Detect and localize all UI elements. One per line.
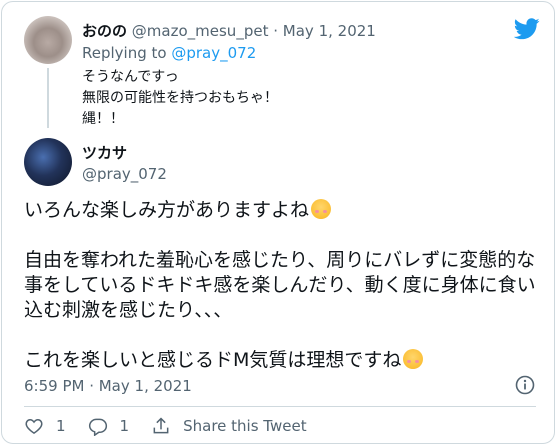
twitter-bird-icon[interactable] bbox=[514, 18, 540, 40]
reply-icon bbox=[88, 418, 107, 436]
parent-avatar[interactable] bbox=[24, 16, 72, 64]
tweet-line: 事をしているドキドキ感を楽しんだり、動く度に身体に食い bbox=[24, 274, 536, 296]
like-button[interactable]: 1 bbox=[24, 416, 66, 436]
author-handle[interactable]: @pray_072 bbox=[82, 165, 167, 183]
parent-line: 無限の可能性を持つおもちゃ！ bbox=[82, 90, 278, 106]
reply-button[interactable]: 1 bbox=[88, 416, 130, 436]
smiling-face-emoji bbox=[311, 199, 332, 219]
tweet-line: これを楽しいと感じるドM気質は理想ですね bbox=[24, 348, 544, 373]
replying-to-link[interactable]: @pray_072 bbox=[171, 44, 256, 62]
replying-to-line: Replying to @pray_072 bbox=[82, 44, 256, 62]
author-avatar[interactable] bbox=[24, 138, 72, 186]
reply-count: 1 bbox=[119, 417, 130, 435]
thread-connector bbox=[47, 68, 49, 128]
tweet-text: いろんな楽しみ方がありますよね 自由を奪われた羞恥心を感じたり、周りにバレずに変… bbox=[24, 198, 544, 373]
tweet-card: おのの @mazo_mesu_pet · May 1, 2021 Replyin… bbox=[1, 1, 555, 444]
parent-tweet-text: そうなんですっ 無限の可能性を持つおもちゃ！ 縄！！ bbox=[82, 67, 278, 130]
tweet-timestamp[interactable]: 6:59 PM · May 1, 2021 bbox=[24, 377, 192, 395]
share-icon bbox=[153, 417, 169, 434]
heart-icon bbox=[25, 418, 43, 434]
parent-line: そうなんですっ bbox=[82, 69, 179, 85]
info-icon[interactable] bbox=[515, 375, 535, 395]
divider bbox=[24, 406, 536, 407]
tweet-line: 自由を奪われた羞恥心を感じたり、周りにバレずに変態的な bbox=[24, 249, 536, 271]
smiling-face-emoji bbox=[403, 349, 424, 369]
parent-line: 縄！！ bbox=[82, 111, 124, 127]
share-button[interactable]: Share this Tweet bbox=[151, 416, 307, 436]
parent-handle[interactable]: @mazo_mesu_pet bbox=[132, 22, 269, 40]
action-bar: 1 1 Share this Tweet bbox=[24, 416, 329, 436]
share-label: Share this Tweet bbox=[183, 417, 307, 435]
parent-display-name[interactable]: おのの bbox=[82, 22, 127, 40]
parent-header: おのの @mazo_mesu_pet · May 1, 2021 bbox=[82, 20, 376, 41]
tweet-line: いろんな楽しみ方がありますよね bbox=[24, 198, 544, 223]
tweet-line: 込む刺激を感じたり、、、 bbox=[24, 299, 233, 321]
like-count: 1 bbox=[56, 417, 66, 435]
author-display-name[interactable]: ツカサ bbox=[82, 142, 127, 163]
parent-date[interactable]: May 1, 2021 bbox=[283, 22, 376, 40]
parent-separator: · bbox=[273, 22, 279, 40]
replying-prefix: Replying to bbox=[82, 44, 167, 62]
